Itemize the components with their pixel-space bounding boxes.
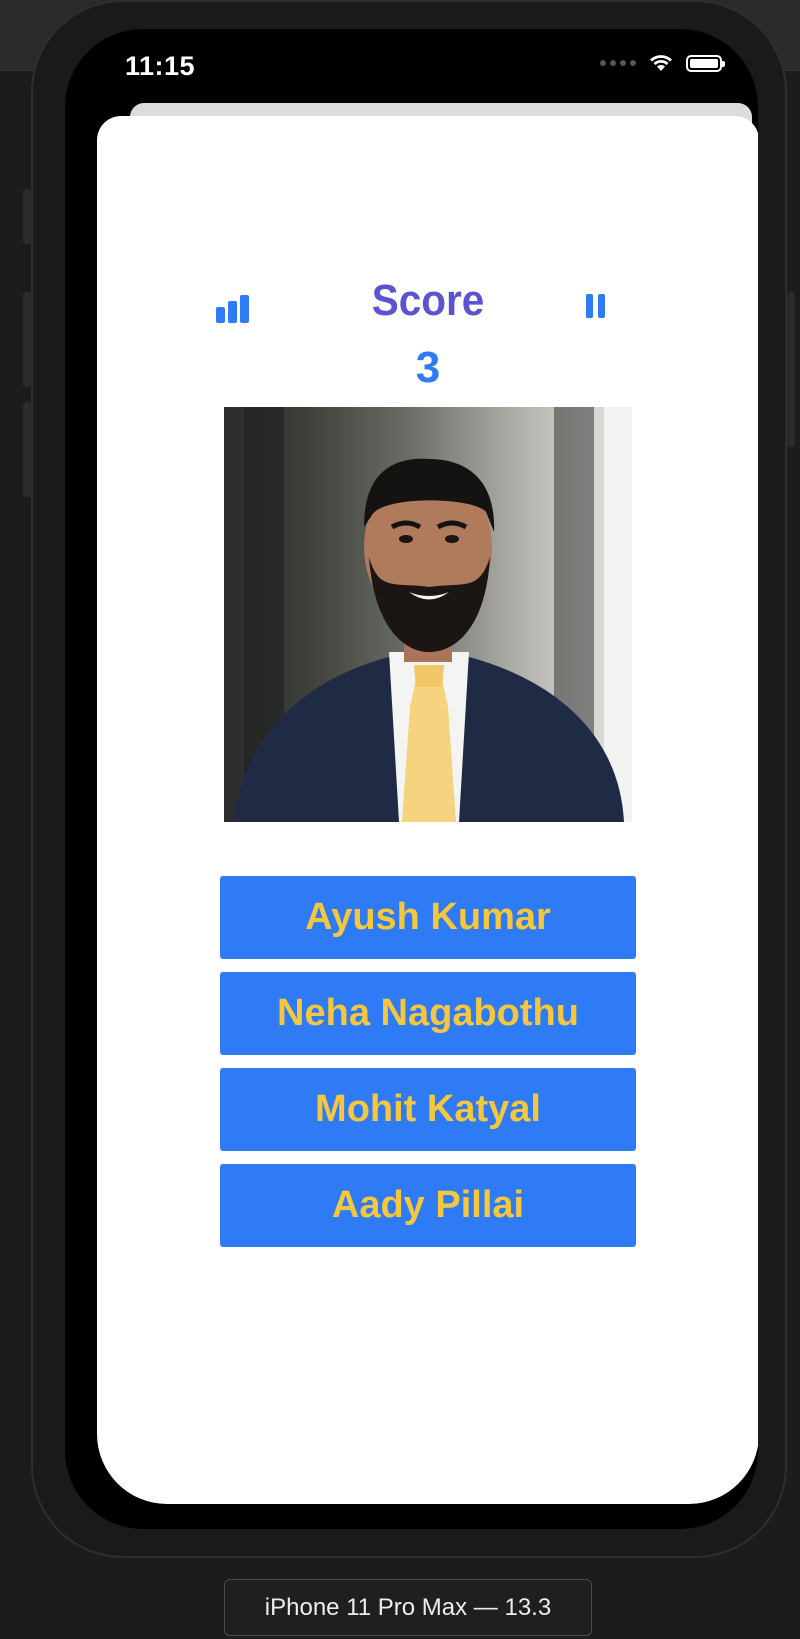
simulator-device-label: iPhone 11 Pro Max — 13.3 [224,1579,592,1636]
pause-button[interactable] [586,294,606,318]
person-photo [224,407,632,822]
portrait-illustration [234,407,632,822]
answer-button-2[interactable]: Neha Nagabothu [220,972,636,1055]
battery-icon [686,54,725,72]
iphone-frame: 11:15 Score 3 Ayush Kumar Neha Nagabothu… [23,0,795,1558]
answer-options: Ayush Kumar Neha Nagabothu Mohit Katyal … [220,876,636,1260]
score-title: Score [371,276,485,325]
status-icons [600,53,725,73]
pause-icon [586,294,605,318]
phone-screen: 11:15 Score 3 Ayush Kumar Neha Nagabothu… [65,29,758,1529]
cellular-signal-icon [600,60,636,66]
status-time: 11:15 [125,51,196,81]
answer-button-3[interactable]: Mohit Katyal [220,1068,636,1151]
volume-up-button [23,292,31,387]
silent-switch [23,189,31,244]
main-sheet: Score 3 Ayush Kumar Neha Nagabothu Mohit… [97,116,758,1504]
notch [265,29,617,79]
answer-button-4[interactable]: Aady Pillai [220,1164,636,1247]
power-button [787,292,795,447]
wifi-icon [650,55,672,71]
score-value: 3 [415,343,441,392]
answer-button-1[interactable]: Ayush Kumar [220,876,636,959]
volume-down-button [23,402,31,497]
